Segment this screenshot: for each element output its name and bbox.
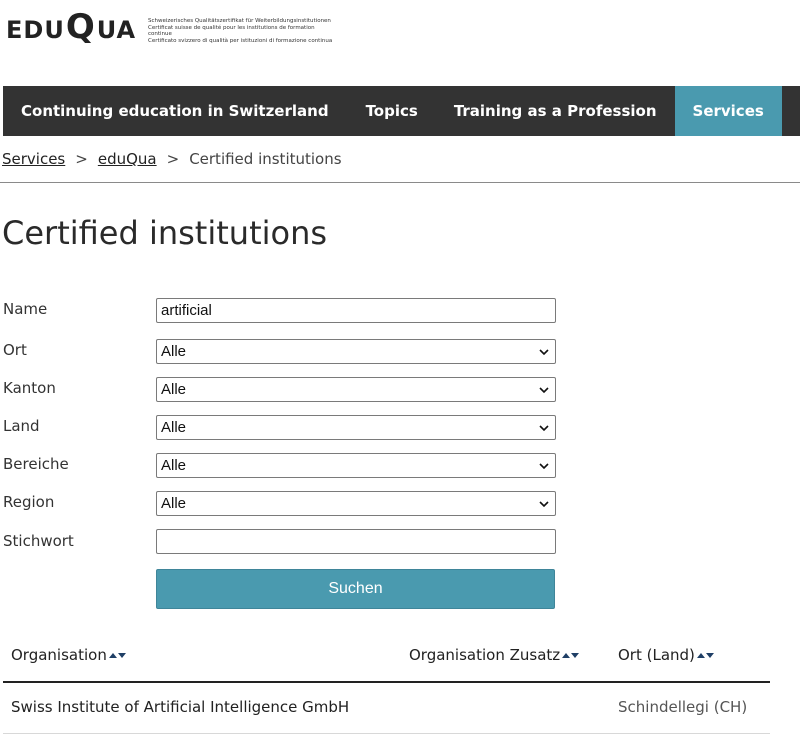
region-select-value: Alle xyxy=(161,495,187,512)
nav-item-services[interactable]: Services xyxy=(674,86,782,136)
region-select[interactable]: Alle xyxy=(156,491,556,516)
stichwort-input[interactable] xyxy=(156,529,556,554)
breadcrumb-separator: > xyxy=(75,150,88,168)
ort-select-value: Alle xyxy=(161,343,187,360)
column-header-label: Ort (Land) xyxy=(618,646,695,664)
breadcrumb: Services > eduQua > Certified institutions xyxy=(2,150,342,168)
kanton-select-value: Alle xyxy=(161,381,187,398)
page-title: Certified institutions xyxy=(2,214,328,252)
logo-tagline: Schweizerisches Qualitätszertifikat für … xyxy=(148,18,333,44)
breadcrumb-current: Certified institutions xyxy=(189,150,342,168)
chevron-down-icon xyxy=(539,348,549,355)
stichwort-label: Stichwort xyxy=(3,532,74,550)
ort-label: Ort xyxy=(3,341,27,359)
nav-item-topics[interactable]: Topics xyxy=(348,86,436,136)
chevron-down-icon xyxy=(539,462,549,469)
column-header-organisation-zusatz[interactable]: Organisation Zusatz xyxy=(409,646,581,664)
name-input-value: artificial xyxy=(161,302,212,319)
bereiche-select-value: Alle xyxy=(161,457,187,474)
main-nav: Continuing education in Switzerland Topi… xyxy=(3,86,800,136)
nav-item-continuing-education[interactable]: Continuing education in Switzerland xyxy=(3,86,348,136)
column-header-label: Organisation Zusatz xyxy=(409,646,561,664)
name-label: Name xyxy=(3,300,48,318)
kanton-label: Kanton xyxy=(3,379,56,397)
logo-text-edu: EDU xyxy=(6,16,65,44)
column-header-organisation[interactable]: Organisation xyxy=(11,646,128,664)
table-row-divider xyxy=(3,733,770,734)
chevron-down-icon xyxy=(539,424,549,431)
breadcrumb-link-services[interactable]: Services xyxy=(2,150,65,168)
region-label: Region xyxy=(3,493,55,511)
table-cell-ort-land: Schindellegi (CH) xyxy=(618,698,748,716)
logo-text-ua: UA xyxy=(96,16,137,44)
sort-arrows-icon xyxy=(108,651,128,659)
land-label: Land xyxy=(3,417,40,435)
nav-item-training-as-a-profession[interactable]: Training as a Profession xyxy=(436,86,675,136)
nav-item-cont[interactable]: Cont xyxy=(782,86,800,136)
breadcrumb-separator: > xyxy=(166,150,180,168)
breadcrumb-link-eduqua[interactable]: eduQua xyxy=(98,150,157,168)
breadcrumb-divider xyxy=(0,182,800,183)
bereiche-label: Bereiche xyxy=(3,455,69,473)
sort-arrows-icon xyxy=(696,651,716,659)
ort-select[interactable]: Alle xyxy=(156,339,556,364)
column-header-ort-land[interactable]: Ort (Land) xyxy=(618,646,716,664)
table-cell-organisation[interactable]: Swiss Institute of Artificial Intelligen… xyxy=(11,698,349,716)
search-button[interactable]: Suchen xyxy=(156,569,555,609)
column-header-label: Organisation xyxy=(11,646,107,664)
kanton-select[interactable]: Alle xyxy=(156,377,556,402)
name-input[interactable]: artificial xyxy=(156,298,556,323)
table-header-divider xyxy=(3,681,770,683)
chevron-down-icon xyxy=(539,500,549,507)
land-select[interactable]: Alle xyxy=(156,415,556,440)
bereiche-select[interactable]: Alle xyxy=(156,453,556,478)
chevron-down-icon xyxy=(539,386,549,393)
land-select-value: Alle xyxy=(161,419,187,436)
logo-text-q: Q xyxy=(65,7,96,47)
sort-arrows-icon xyxy=(561,651,581,659)
